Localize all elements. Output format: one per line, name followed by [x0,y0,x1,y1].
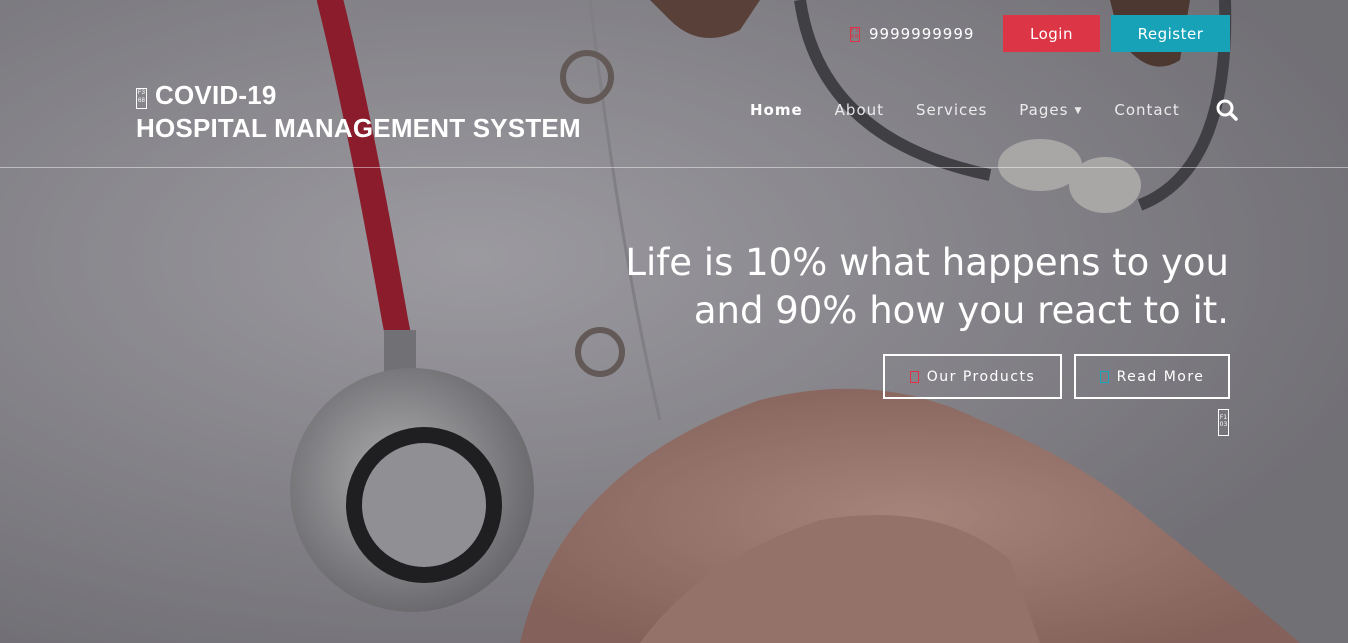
header-divider [0,167,1348,168]
nav-home[interactable]: Home [750,101,803,119]
caret-down-icon: ▼ [1074,106,1083,116]
brand-line-1: COVID-19 [155,80,277,110]
hero-section: F3 68 9999999999 Login Register F3 68 COVID… [0,0,1348,643]
register-button[interactable]: Register [1111,15,1230,52]
our-products-label: Our Products [926,368,1036,385]
site-logo[interactable]: F3 68 COVID-19 HOSPITAL MANAGEMENT SYSTEM [136,79,581,145]
scroll-down-icon[interactable]: F1 03 [1218,409,1229,436]
our-products-button[interactable]: Our Products [883,354,1062,399]
nav-about[interactable]: About [835,101,884,119]
brand-line-2: HOSPITAL MANAGEMENT SYSTEM [136,113,581,143]
hospital-icon: F3 68 [136,88,147,109]
nav-contact[interactable]: Contact [1114,101,1179,119]
phone-contact[interactable]: F3 68 9999999999 [850,24,974,44]
main-nav: Home About Services Pages ▼ Contact [750,99,1212,121]
read-more-label: Read More [1116,368,1205,385]
nav-pages-label: Pages [1019,101,1069,119]
products-icon [909,370,919,383]
headline-line-2: and 90% how you react to it. [693,289,1229,332]
search-icon[interactable] [1216,99,1238,121]
nav-pages[interactable]: Pages ▼ [1019,101,1082,119]
headline-line-1: Life is 10% what happens to you [625,241,1229,284]
hero-headline: Life is 10% what happens to you and 90% … [529,239,1229,335]
phone-icon: F3 68 [850,26,860,42]
read-more-icon [1099,370,1109,383]
nav-services[interactable]: Services [916,101,987,119]
read-more-button[interactable]: Read More [1074,354,1230,399]
login-button[interactable]: Login [1003,15,1100,52]
phone-number: 9999999999 [869,25,975,43]
